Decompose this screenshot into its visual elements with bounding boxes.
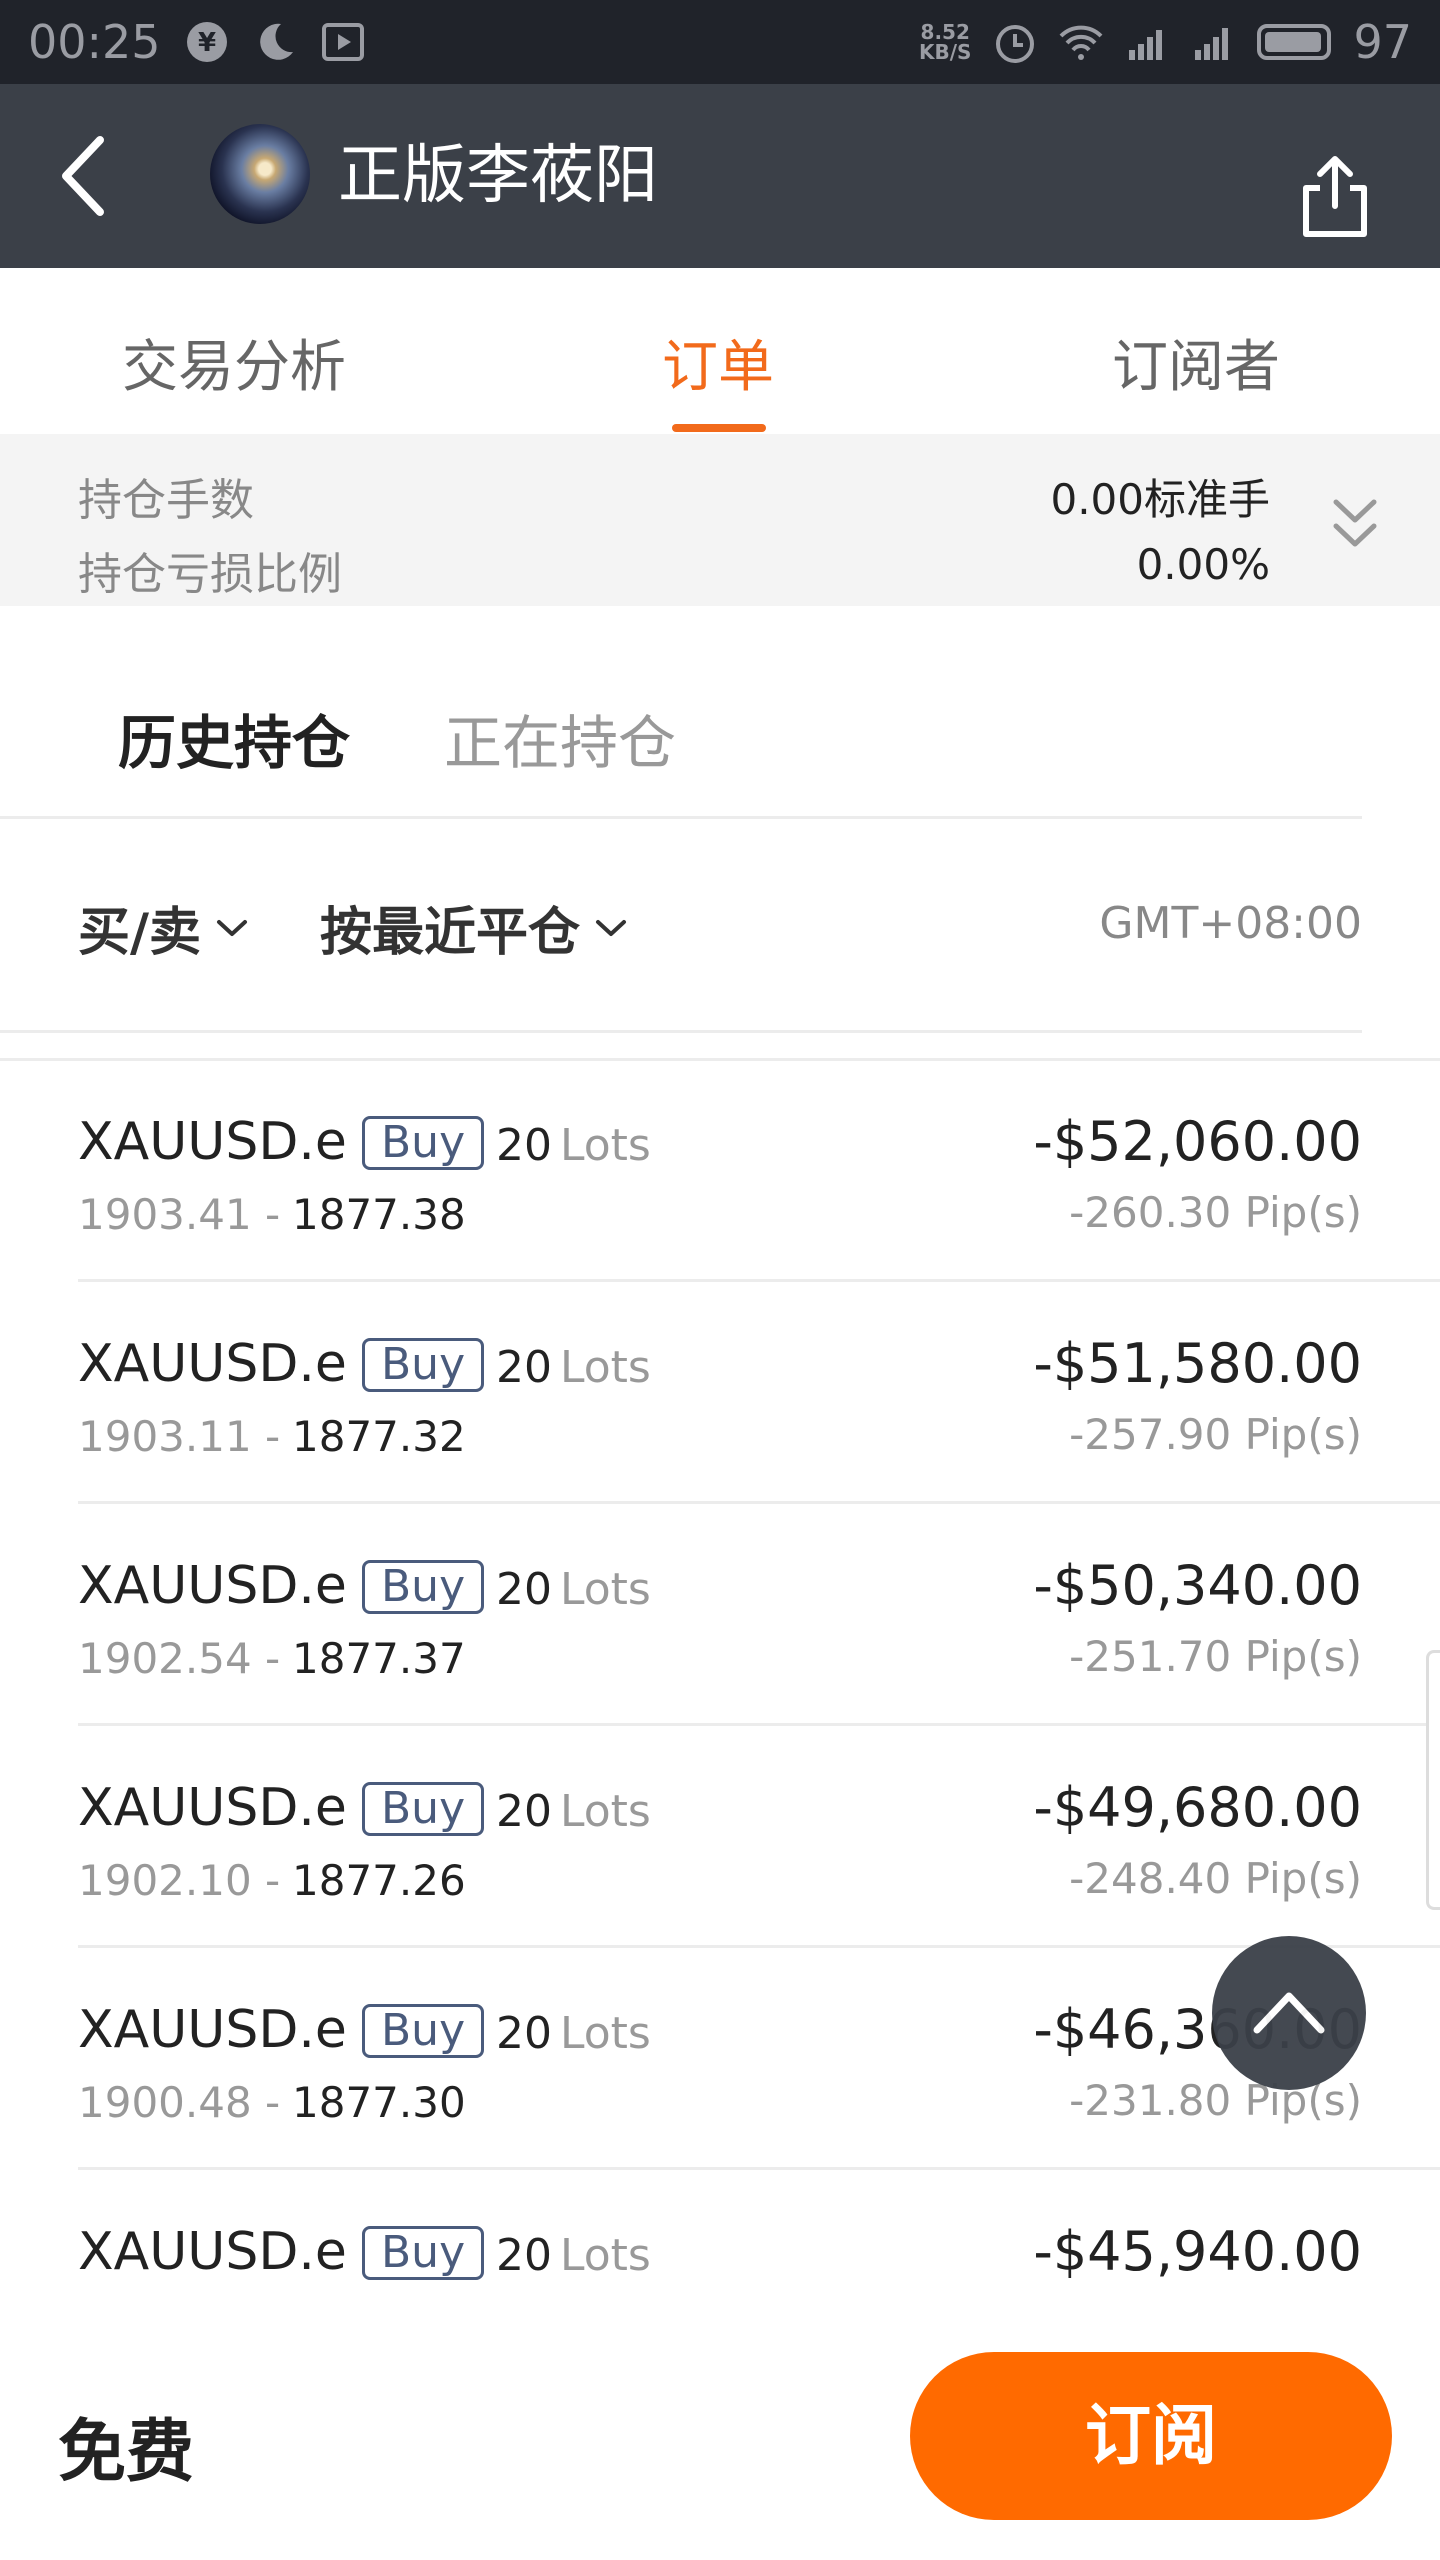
order-open-price: 1902.54 - (78, 1634, 281, 1683)
order-open-price: 1902.10 - (78, 1856, 281, 1905)
order-lots: 20 (496, 2230, 552, 2281)
order-symbol: XAUUSD.e (78, 2000, 347, 2060)
order-lots: 20 (496, 2008, 552, 2059)
order-close-price: 1877.26 (292, 1856, 466, 1905)
order-profit: -$45,940.00 (1033, 2220, 1362, 2283)
order-side-badge: Buy (362, 1338, 485, 1392)
subtab-open-positions[interactable]: 正在持仓 (444, 696, 676, 780)
timezone-label: GMT+08:00 (1099, 898, 1362, 949)
order-lots-unit: Lots (560, 2008, 651, 2059)
loss-ratio-label: 持仓亏损比例 (78, 549, 342, 600)
order-lots: 20 (496, 1342, 552, 1393)
wifi-icon (1060, 25, 1103, 60)
divider (0, 1030, 1362, 1033)
order-lots: 20 (496, 1120, 552, 1171)
play-box-icon (321, 23, 364, 61)
moon-icon (259, 23, 293, 60)
order-lots-unit: Lots (560, 2230, 651, 2281)
chevron-down-icon (596, 919, 627, 936)
loss-ratio-value: 0.00% (1136, 540, 1270, 589)
page-title: 正版李莜阳 (338, 139, 658, 213)
order-close-price: 1877.30 (292, 2078, 466, 2127)
svg-text:¥: ¥ (198, 28, 216, 58)
order-open-price: 1903.11 - (78, 1412, 281, 1461)
order-row[interactable]: XAUUSD.e Buy 20 Lots 1903.41 - 1877.38 -… (78, 1060, 1440, 1282)
scrollbar[interactable] (1426, 1650, 1440, 1910)
signal-icon (1195, 28, 1229, 60)
order-lots-unit: Lots (560, 1120, 651, 1171)
order-row[interactable]: XAUUSD.e Buy 20 Lots 1903.11 - 1877.32 -… (78, 1282, 1440, 1504)
back-arrow-icon[interactable] (52, 134, 122, 218)
status-time: 00:25 (28, 15, 161, 69)
order-symbol: XAUUSD.e (78, 1778, 347, 1838)
battery-icon (1257, 24, 1332, 60)
order-profit: -$51,580.00 (1033, 1332, 1362, 1395)
sort-filter-label: 按最近平仓 (320, 903, 581, 963)
app-header: 正版李莜阳 (0, 84, 1440, 268)
signal-4g-icon (1129, 30, 1163, 60)
tab-bar: 交易分析 订单 订阅者 (0, 284, 1440, 434)
chevron-up-icon (1253, 1992, 1325, 2034)
order-close-price: 1877.32 (292, 1412, 466, 1461)
order-close-price: 1877.38 (292, 1190, 466, 1239)
order-symbol: XAUUSD.e (78, 2222, 347, 2282)
order-lots-unit: Lots (560, 1342, 651, 1393)
position-summary: 持仓手数 0.00标准手 持仓亏损比例 0.00% (0, 434, 1440, 606)
order-side-badge: Buy (362, 1116, 485, 1170)
order-side-badge: Buy (362, 1560, 485, 1614)
side-filter[interactable]: 买/卖 (78, 890, 249, 965)
order-row[interactable]: XAUUSD.e Buy 20 Lots 1902.54 - 1877.37 -… (78, 1504, 1440, 1726)
order-pips: -251.70 Pip(s) (1069, 1632, 1362, 1681)
order-open-price: 1900.48 - (78, 2078, 281, 2127)
order-pips: -248.40 Pip(s) (1069, 1854, 1362, 1903)
subscribe-button[interactable]: 订阅 (910, 2352, 1392, 2520)
order-symbol: XAUUSD.e (78, 1112, 347, 1172)
tab-subscribers[interactable]: 订阅者 (1112, 322, 1280, 403)
order-lots: 20 (496, 1564, 552, 1615)
order-side-badge: Buy (362, 1782, 485, 1836)
order-profit: -$52,060.00 (1033, 1110, 1362, 1173)
order-side-badge: Buy (362, 2226, 485, 2280)
order-pips: -260.30 Pip(s) (1069, 1188, 1362, 1237)
bottom-bar: 免费 订阅 (0, 2310, 1440, 2560)
order-profit: -$50,340.00 (1033, 1554, 1362, 1617)
order-profit: -$49,680.00 (1033, 1776, 1362, 1839)
chevron-down-icon (217, 919, 247, 936)
lots-value: 0.00标准手 (1050, 475, 1270, 524)
scroll-to-top-button[interactable] (1212, 1936, 1366, 2090)
net-speed: 8.52 KB/S (919, 20, 972, 64)
status-bar: 00:25 ¥ 8.52 KB/S 97 (0, 0, 1440, 84)
share-icon[interactable] (1296, 154, 1374, 238)
order-pips: -257.90 Pip(s) (1069, 1410, 1362, 1459)
sort-filter[interactable]: 按最近平仓 (320, 890, 628, 965)
order-row[interactable]: XAUUSD.e Buy 20 Lots 1902.10 - 1877.26 -… (78, 1726, 1440, 1948)
yuan-icon: ¥ (186, 22, 227, 62)
lots-label: 持仓手数 (78, 475, 254, 526)
order-row[interactable]: XAUUSD.e Buy 20 Lots -$45,940.00 (78, 2170, 1440, 2310)
order-lots: 20 (496, 1786, 552, 1837)
subtab-history-positions[interactable]: 历史持仓 (118, 696, 350, 780)
battery-level: 97 (1353, 15, 1412, 69)
order-side-badge: Buy (362, 2004, 485, 2058)
order-symbol: XAUUSD.e (78, 1556, 347, 1616)
orders-list: XAUUSD.e Buy 20 Lots 1903.41 - 1877.38 -… (0, 1060, 1440, 2310)
order-lots-unit: Lots (560, 1786, 651, 1837)
divider (0, 816, 1362, 819)
side-filter-label: 买/卖 (78, 903, 201, 963)
tab-orders[interactable]: 订单 (662, 322, 774, 403)
order-symbol: XAUUSD.e (78, 1334, 347, 1394)
expand-chevron-icon[interactable] (1330, 494, 1380, 554)
alarm-icon (996, 25, 1035, 63)
active-tab-indicator (672, 424, 766, 432)
order-lots-unit: Lots (560, 1564, 651, 1615)
avatar[interactable] (210, 124, 310, 224)
order-open-price: 1903.41 - (78, 1190, 281, 1239)
price-label: 免费 (58, 2413, 195, 2492)
tab-trade-analysis[interactable]: 交易分析 (122, 322, 346, 403)
order-close-price: 1877.37 (292, 1634, 466, 1683)
